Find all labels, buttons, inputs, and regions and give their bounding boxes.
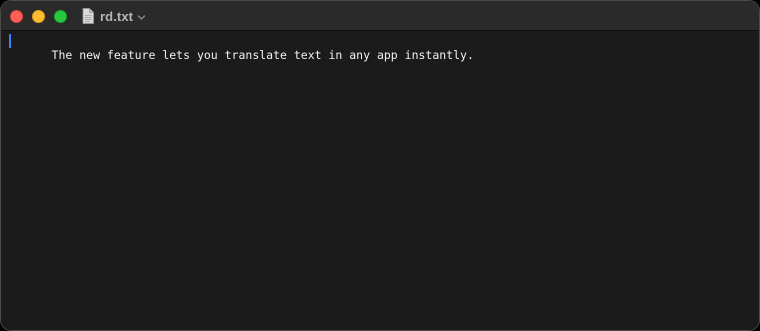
close-button[interactable] xyxy=(10,10,23,23)
editor-window: rd.txt The new feature lets you translat… xyxy=(0,0,760,331)
minimize-button[interactable] xyxy=(32,10,45,23)
text-line-content: The new feature lets you translate text … xyxy=(51,48,474,62)
window-title[interactable]: rd.txt xyxy=(82,7,146,25)
text-editor-area[interactable]: The new feature lets you translate text … xyxy=(1,32,759,330)
title-bar[interactable]: rd.txt xyxy=(1,1,759,31)
document-icon xyxy=(82,8,94,24)
chevron-down-icon[interactable] xyxy=(137,13,146,22)
text-line[interactable]: The new feature lets you translate text … xyxy=(9,34,759,76)
text-caret xyxy=(9,34,11,48)
zoom-button[interactable] xyxy=(54,10,67,23)
window-title-label: rd.txt xyxy=(100,8,134,24)
